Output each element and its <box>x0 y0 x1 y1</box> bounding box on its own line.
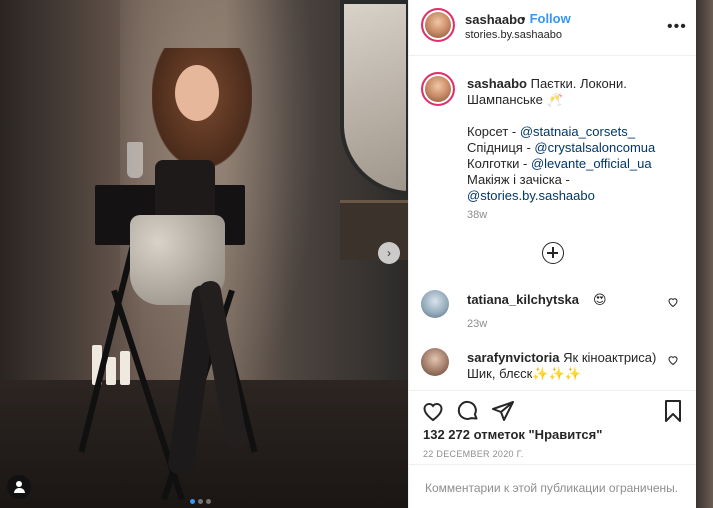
heart-icon[interactable] <box>667 296 679 308</box>
likes-count[interactable]: 132 272 отметок "Нравится" <box>423 427 602 442</box>
next-photo-button[interactable]: › <box>378 242 400 264</box>
instagram-post-page: › sashaabo • Follow stories.by.sashaabo •… <box>0 0 713 508</box>
caption-item-label: Колготки - <box>467 156 531 171</box>
comment-icon[interactable] <box>456 399 480 423</box>
carousel-dot <box>198 499 203 504</box>
carousel-dot <box>206 499 211 504</box>
photo-mirror <box>340 0 408 195</box>
more-icon[interactable]: ••• <box>667 18 687 36</box>
author-username[interactable]: sashaabo <box>465 12 525 27</box>
photo-person-corset <box>155 160 215 220</box>
user-tag-icon[interactable] <box>7 475 31 499</box>
follow-wrap: • Follow <box>521 11 571 26</box>
bookmark-icon[interactable] <box>661 399 685 423</box>
comments-disabled-notice: Комментарии к этой публикации ограничены… <box>409 464 697 508</box>
post-header: sashaabo • Follow stories.by.sashaabo ••• <box>409 0 697 56</box>
caption-mention[interactable]: @crystalsaloncomua <box>534 140 655 155</box>
avatar[interactable] <box>421 8 455 42</box>
photo-person-face <box>175 65 219 121</box>
caption-item-label: Корсет - <box>467 124 520 139</box>
caption-item-label: Спідниця - <box>467 140 535 155</box>
post-photo[interactable]: › <box>0 0 408 508</box>
heart-icon[interactable] <box>667 354 679 366</box>
caption-timestamp[interactable]: 38w <box>467 209 487 221</box>
avatar[interactable] <box>421 348 449 376</box>
caption-avatar[interactable] <box>421 72 455 106</box>
caption-text: sashaabo Паєтки. Локони. Шампанське 🥂 Ко… <box>467 76 687 204</box>
caption-mention[interactable]: @stories.by.sashaabo <box>467 188 595 203</box>
follow-button[interactable]: Follow <box>530 11 571 26</box>
caption-mention[interactable]: @levante_official_ua <box>531 156 652 171</box>
share-icon[interactable] <box>491 399 515 423</box>
photo-champagne-glass <box>127 142 143 178</box>
background-edge <box>696 0 713 508</box>
carousel-dot <box>190 499 195 504</box>
comment-username[interactable]: sarafynvictoria <box>467 350 560 365</box>
post-sidebar: sashaabo • Follow stories.by.sashaabo •••… <box>408 0 697 508</box>
heart-icon[interactable] <box>421 399 445 423</box>
location-link[interactable]: stories.by.sashaabo <box>465 29 562 41</box>
caption-mention[interactable]: @statnaia_corsets_ <box>520 124 635 139</box>
comment-username[interactable]: tatiana_kilchytska <box>467 292 579 307</box>
comment-text: 😍 <box>593 292 607 307</box>
separator-dot: • <box>521 11 526 26</box>
caption-item-label: Макіяж і зачіска - <box>467 172 570 187</box>
comment-timestamp[interactable]: 23w <box>467 318 487 330</box>
post-date[interactable]: 22 DECEMBER 2020 Г. <box>423 449 524 459</box>
comment-text: sarafynvictoria Як кіноактриса) Шик, блє… <box>467 350 667 382</box>
avatar[interactable] <box>421 290 449 318</box>
plus-circle-icon[interactable] <box>542 242 564 264</box>
carousel-indicator <box>190 491 220 504</box>
caption-username[interactable]: sashaabo <box>467 76 527 91</box>
